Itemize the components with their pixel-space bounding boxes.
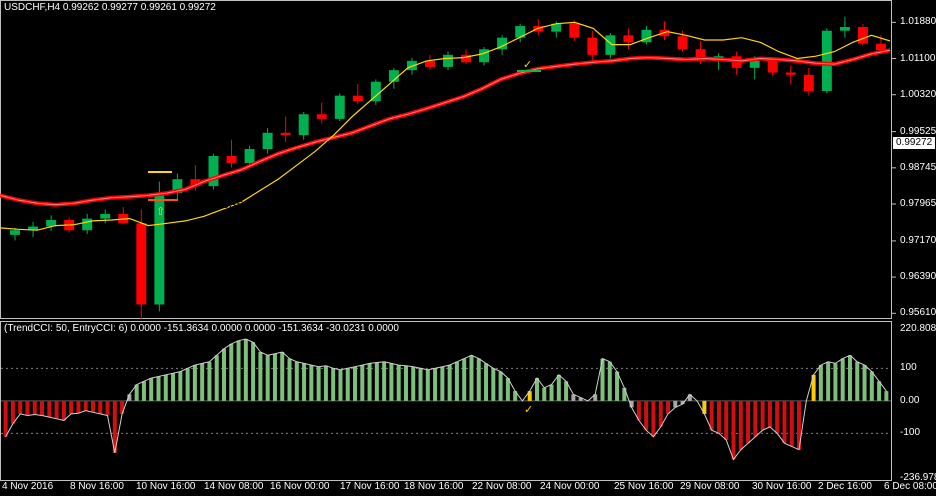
candle-body [352, 95, 363, 102]
stop-loss-annotation: Stop Loss [181, 195, 244, 211]
cci-check-icon: ✓ [524, 403, 533, 416]
candle-body [785, 72, 796, 75]
price-tick-label: 1.00320 [900, 88, 936, 100]
candle-body [587, 37, 598, 55]
cci-chart: ✓ [0, 321, 892, 481]
candle-body [839, 26, 850, 31]
fast-ma-line [0, 21, 891, 231]
price-tick-label: 0.99525 [900, 125, 936, 137]
price-tick-label: 1.01880 [900, 16, 936, 28]
time-tick-label: 10 Nov 16:00 [136, 481, 196, 492]
candle-body [424, 60, 435, 67]
candle-body [569, 23, 580, 38]
candle-body [821, 30, 832, 92]
exit-annotation: Exit [478, 64, 502, 80]
candle-body [857, 26, 868, 44]
candle-body [226, 155, 237, 163]
candle-body [803, 74, 814, 92]
price-tick-label: 0.98745 [900, 161, 936, 173]
cci-chart-title: (TrendCCI: 50, EntryCCI: 6) 0.0000 -151.… [4, 323, 399, 334]
candle-body [136, 223, 147, 305]
price-tick-label: 0.96390 [900, 271, 936, 283]
candle-body [334, 95, 345, 119]
candle-body [677, 36, 688, 50]
candle-body [100, 213, 111, 219]
candle-body [298, 114, 309, 136]
time-tick-label: 8 Nov 16:00 [70, 481, 124, 492]
price-chart-title: USDCHF,H4 0.99262 0.99277 0.99261 0.9927… [4, 2, 216, 13]
candle-body [623, 35, 634, 43]
candle-body [280, 132, 291, 136]
time-tick-label: 22 Nov 08:00 [472, 481, 532, 492]
time-tick-label: 16 Nov 00:00 [270, 481, 330, 492]
time-tick-label: 24 Nov 00:00 [540, 481, 600, 492]
exit-check-icon: ✓ [523, 58, 532, 71]
time-tick-label: 18 Nov 16:00 [404, 481, 464, 492]
price-tick-label: 1.01100 [900, 52, 936, 64]
time-tick-label: 30 Nov 16:00 [752, 481, 812, 492]
time-tick-label: 6 Dec 08:00 [884, 481, 936, 492]
candle-body [443, 54, 453, 67]
slow-ma-highlight [0, 49, 891, 206]
price-tick-label: 0.95610 [900, 307, 936, 319]
time-tick-label: 17 Nov 16:00 [340, 481, 400, 492]
price-tick-label: 0.97170 [900, 234, 936, 246]
entry-annotation: Entry [138, 149, 171, 165]
current-price-label: 0.99272 [893, 137, 936, 150]
time-tick-label: 2 Dec 16:00 [818, 481, 872, 492]
candle-body [749, 60, 760, 68]
candle-body [316, 114, 327, 119]
bullish-trend-cci-annotation: Bullish Trend CCI [235, 405, 344, 421]
up-arrow-icon: ⇧ [156, 205, 165, 218]
candle-body [767, 60, 778, 73]
candle-body [82, 218, 93, 231]
time-tick-label: 25 Nov 16:00 [614, 481, 674, 492]
cci-tick-label: 220.8085 [900, 323, 936, 334]
time-tick-label: 4 Nov 2016 [2, 481, 54, 492]
cci-tick-label: -100 [900, 427, 921, 439]
cci-tick-label: 0.00 [900, 394, 920, 406]
candle-body [244, 149, 255, 163]
slow-ma-line [0, 48, 891, 207]
candle-body [262, 132, 273, 150]
candle-body [10, 230, 20, 235]
chart-window: { "header": { "price_title": "USDCHF,H4 … [0, 0, 936, 496]
time-tick-label: 29 Nov 08:00 [680, 481, 740, 492]
price-panel-border [0, 0, 892, 319]
candle-body [876, 43, 886, 51]
price-tick-label: 0.97965 [900, 198, 936, 209]
cci-tick-label: 100 [900, 362, 917, 374]
time-tick-label: 14 Nov 08:00 [204, 481, 264, 492]
